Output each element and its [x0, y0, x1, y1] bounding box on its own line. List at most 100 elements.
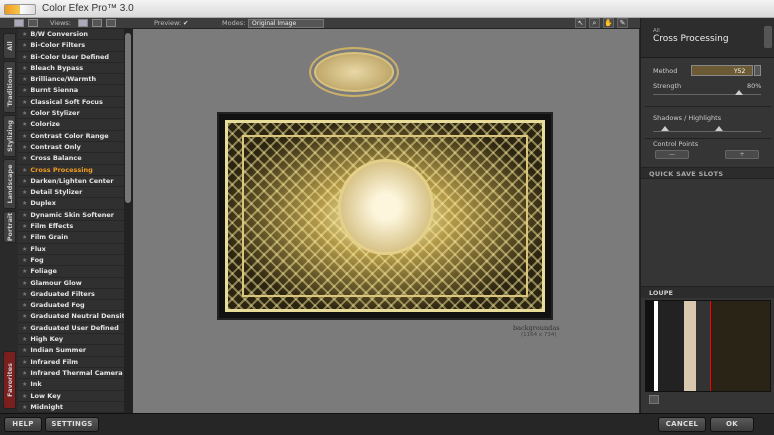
split-view-icon[interactable]: [28, 19, 38, 27]
favorite-star-icon[interactable]: ★: [22, 370, 27, 377]
filter-item[interactable]: ★ Flux: [18, 244, 124, 255]
filter-item[interactable]: ★ Dynamic Skin Softener: [18, 210, 124, 222]
favorite-star-icon[interactable]: ★: [22, 257, 27, 264]
shadows-highlights-track[interactable]: [653, 131, 761, 132]
filter-item[interactable]: ★ Classical Soft Focus: [18, 97, 124, 109]
favorite-star-icon[interactable]: ★: [22, 87, 27, 94]
filter-item[interactable]: ★ Foliage: [18, 266, 124, 278]
favorite-star-icon[interactable]: ★: [22, 246, 27, 253]
favorite-star-icon[interactable]: ★: [22, 99, 27, 106]
shadows-slider-knob[interactable]: [661, 126, 669, 131]
filter-item[interactable]: ★ Ink: [18, 379, 124, 391]
favorite-star-icon[interactable]: ★: [22, 359, 27, 366]
favorite-star-icon[interactable]: ★: [22, 144, 27, 151]
favorite-star-icon[interactable]: ★: [22, 291, 27, 298]
filter-item[interactable]: ★ Contrast Only: [18, 142, 124, 154]
loupe-pin-icon[interactable]: [649, 395, 659, 404]
filter-list-scrollbar[interactable]: [124, 29, 133, 413]
favorite-star-icon[interactable]: ★: [22, 76, 27, 83]
cancel-button[interactable]: CANCEL: [658, 417, 706, 432]
strength-slider-knob[interactable]: [735, 90, 744, 95]
filter-item[interactable]: ★ Midnight: [18, 402, 124, 413]
preview-checkbox[interactable]: ✔: [183, 19, 188, 27]
favorite-star-icon[interactable]: ★: [22, 212, 27, 219]
filter-item[interactable]: ★ Color Stylizer: [18, 108, 124, 120]
favorite-star-icon[interactable]: ★: [22, 65, 27, 72]
tab-all[interactable]: All: [3, 33, 16, 59]
eyedropper-tool-icon[interactable]: ✎: [617, 18, 628, 28]
filter-item[interactable]: ★ Indian Summer: [18, 345, 124, 357]
favorite-star-icon[interactable]: ★: [22, 381, 27, 388]
favorite-star-icon[interactable]: ★: [22, 347, 27, 354]
filter-item[interactable]: ★ Detail Stylizer: [18, 187, 124, 199]
scrollbar-thumb[interactable]: [125, 33, 131, 203]
hand-tool-icon[interactable]: ✋: [603, 18, 614, 28]
filter-item[interactable]: ★ Fog: [18, 255, 124, 267]
filter-item[interactable]: ★ B/W Conversion: [18, 29, 124, 41]
single-view-icon[interactable]: [14, 19, 24, 27]
favorite-star-icon[interactable]: ★: [22, 42, 27, 49]
favorite-star-icon[interactable]: ★: [22, 280, 27, 287]
filter-item[interactable]: ★ Colorize: [18, 119, 124, 131]
panel-collapse-button[interactable]: [764, 26, 772, 48]
filter-item[interactable]: ★ Graduated Filters: [18, 289, 124, 301]
favorite-star-icon[interactable]: ★: [22, 336, 27, 343]
favorite-star-icon[interactable]: ★: [22, 155, 27, 162]
filter-item[interactable]: ★ Duplex: [18, 198, 124, 210]
filter-item[interactable]: ★ Bi-Color User Defined: [18, 52, 124, 63]
favorite-star-icon[interactable]: ★: [22, 167, 27, 174]
settings-button[interactable]: SETTINGS: [45, 417, 99, 432]
view-mode-single-button[interactable]: [78, 19, 88, 27]
favorite-star-icon[interactable]: ★: [22, 223, 27, 230]
method-select[interactable]: Y52: [691, 65, 753, 76]
favorite-star-icon[interactable]: ★: [22, 302, 27, 309]
pointer-tool-icon[interactable]: ↖: [575, 18, 586, 28]
favorite-star-icon[interactable]: ★: [22, 110, 27, 117]
favorite-star-icon[interactable]: ★: [22, 268, 27, 275]
favorite-star-icon[interactable]: ★: [22, 313, 27, 320]
preview-image[interactable]: [217, 112, 553, 320]
tab-landscape[interactable]: Landscape: [3, 159, 16, 209]
filter-item[interactable]: ★ Burnt Sienna: [18, 85, 124, 97]
filter-item[interactable]: ★ Bi-Color Filters: [18, 40, 124, 52]
help-button[interactable]: HELP: [4, 417, 42, 432]
favorite-star-icon[interactable]: ★: [22, 31, 27, 38]
favorite-star-icon[interactable]: ★: [22, 234, 27, 241]
tab-traditional[interactable]: Traditional: [3, 61, 16, 113]
filter-item[interactable]: ★ Glamour Glow: [18, 278, 124, 289]
filter-item[interactable]: ★ Film Effects: [18, 221, 124, 233]
favorite-star-icon[interactable]: ★: [22, 189, 27, 196]
filter-item[interactable]: ★ Graduated User Defined: [18, 323, 124, 335]
filter-item[interactable]: ★ Film Grain: [18, 232, 124, 244]
modes-select[interactable]: Original Image: [248, 19, 324, 28]
favorite-star-icon[interactable]: ★: [22, 404, 27, 411]
quick-save-slots-header[interactable]: QUICK SAVE SLOTS: [641, 167, 774, 179]
filter-item[interactable]: ★ Bleach Bypass: [18, 63, 124, 75]
tab-portrait[interactable]: Portrait: [3, 211, 16, 243]
loupe-header[interactable]: LOUPE: [641, 286, 774, 298]
favorite-star-icon[interactable]: ★: [22, 325, 27, 332]
add-control-point-button[interactable]: +: [725, 150, 759, 159]
favorite-star-icon[interactable]: ★: [22, 121, 27, 128]
filter-item[interactable]: ★ Graduated Neutral Density: [18, 311, 124, 323]
strength-slider-track[interactable]: [653, 94, 761, 95]
filter-item[interactable]: ★ Graduated Fog: [18, 300, 124, 312]
method-dropdown-button[interactable]: [754, 65, 761, 76]
favorite-star-icon[interactable]: ★: [22, 178, 27, 185]
filter-item[interactable]: ★ Infrared Thermal Camera: [18, 368, 124, 380]
filter-item[interactable]: ★ Darken/Lighten Center: [18, 176, 124, 188]
favorite-star-icon[interactable]: ★: [22, 200, 27, 207]
tab-favorites[interactable]: Favorites: [3, 351, 16, 409]
filter-item[interactable]: ★ Brilliance/Warmth: [18, 74, 124, 86]
favorite-star-icon[interactable]: ★: [22, 133, 27, 140]
view-mode-split-button[interactable]: [92, 19, 102, 27]
highlights-slider-knob[interactable]: [715, 126, 723, 131]
tab-stylizing[interactable]: Stylizing: [3, 115, 16, 157]
favorite-star-icon[interactable]: ★: [22, 393, 27, 400]
filter-item[interactable]: ★ Low Key: [18, 391, 124, 402]
ok-button[interactable]: OK: [710, 417, 754, 432]
filter-item[interactable]: ★ High Key: [18, 334, 124, 346]
view-mode-side-button[interactable]: [106, 19, 116, 27]
remove-control-point-button[interactable]: —: [655, 150, 689, 159]
filter-item[interactable]: ★ Cross Balance: [18, 153, 124, 165]
